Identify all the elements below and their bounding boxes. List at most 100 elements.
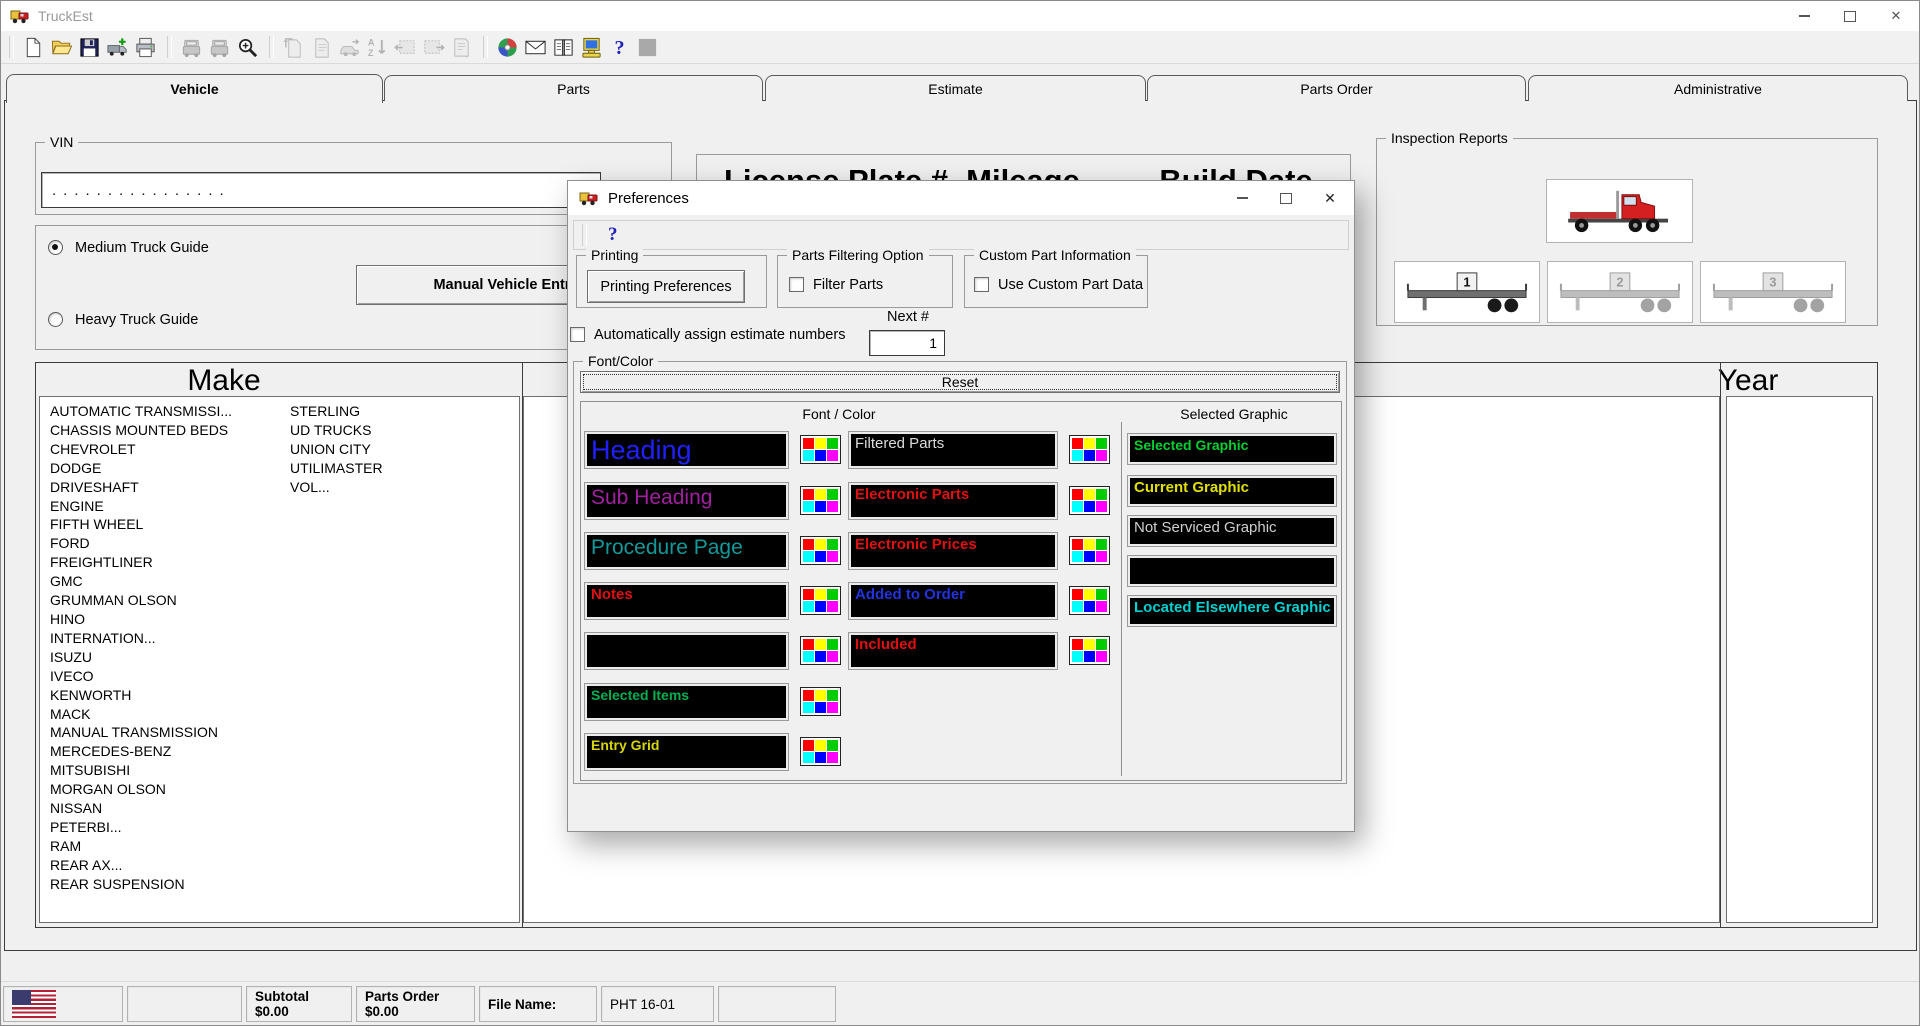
- filter-parts-checkbox[interactable]: [789, 277, 804, 292]
- font-sample-filtered-parts[interactable]: Filtered Parts: [849, 432, 1057, 468]
- make-list-item[interactable]: DRIVESHAFT: [50, 478, 232, 497]
- make-list-item[interactable]: VOL...: [290, 478, 383, 497]
- inspection-truck-button[interactable]: [1546, 179, 1693, 243]
- tab-parts[interactable]: Parts: [384, 75, 763, 101]
- color-picker-button[interactable]: [800, 636, 841, 665]
- graphic-sample-current-graphic[interactable]: Current Graphic: [1128, 476, 1336, 506]
- color-picker-button[interactable]: [1069, 536, 1110, 565]
- year-listbox[interactable]: [1726, 396, 1873, 923]
- use-custom-part-data-checkbox[interactable]: [974, 277, 989, 292]
- make-list-item[interactable]: INTERNATION...: [50, 629, 232, 648]
- make-list-item[interactable]: MACK: [50, 705, 232, 724]
- color-picker-button[interactable]: [800, 536, 841, 565]
- color-picker-button[interactable]: [800, 586, 841, 615]
- make-list-item[interactable]: KENWORTH: [50, 686, 232, 705]
- graphic-sample-located-elsewhere-graphic[interactable]: Located Elsewhere Graphic: [1128, 596, 1336, 626]
- font-sample-procedure-page[interactable]: Procedure Page: [585, 533, 788, 569]
- make-listbox[interactable]: AUTOMATIC TRANSMISSI...CHASSIS MOUNTED B…: [39, 396, 520, 923]
- zoom-in-icon[interactable]: [233, 34, 261, 60]
- print-icon[interactable]: [131, 34, 159, 60]
- make-list-item[interactable]: MANUAL TRANSMISSION: [50, 723, 232, 742]
- color-picker-button[interactable]: [800, 435, 841, 464]
- make-list-item[interactable]: GRUMMAN OLSON: [50, 591, 232, 610]
- computer-icon[interactable]: [577, 34, 605, 60]
- envelope-icon[interactable]: [521, 34, 549, 60]
- make-list-item[interactable]: REAR SUSPENSION: [50, 875, 232, 894]
- make-list-item[interactable]: NISSAN: [50, 799, 232, 818]
- tab-administrative[interactable]: Administrative: [1528, 75, 1908, 101]
- color-picker-button[interactable]: [800, 737, 841, 766]
- heavy-truck-guide-radio[interactable]: [48, 312, 63, 327]
- auto-assign-checkbox[interactable]: [570, 327, 585, 342]
- graphic-sample-blank[interactable]: [1128, 556, 1336, 586]
- ledger-icon[interactable]: [549, 34, 577, 60]
- font-sample-electronic-parts[interactable]: Electronic Parts: [849, 483, 1057, 519]
- medium-truck-guide-radio[interactable]: [48, 240, 63, 255]
- maximize-icon[interactable]: [1827, 1, 1873, 31]
- new-document-icon[interactable]: [19, 34, 47, 60]
- color-picker-button[interactable]: [1069, 486, 1110, 515]
- font-sample-added-to-order[interactable]: Added to Order: [849, 583, 1057, 619]
- gray-square-icon[interactable]: [633, 34, 661, 60]
- font-sample-electronic-prices[interactable]: Electronic Prices: [849, 533, 1057, 569]
- font-sample-selected-items[interactable]: Selected Items: [585, 684, 788, 720]
- make-list-item[interactable]: AUTOMATIC TRANSMISSI...: [50, 402, 232, 421]
- make-list-item[interactable]: CHASSIS MOUNTED BEDS: [50, 421, 232, 440]
- tab-vehicle[interactable]: Vehicle: [6, 74, 383, 103]
- make-list-item[interactable]: REAR AX...: [50, 856, 232, 875]
- help-icon[interactable]: ?: [605, 34, 633, 60]
- open-folder-icon[interactable]: [47, 34, 75, 60]
- us-flag-icon: [12, 990, 56, 1018]
- make-list-item[interactable]: IVECO: [50, 667, 232, 686]
- font-sample-notes[interactable]: Notes: [585, 583, 788, 619]
- minimize-icon[interactable]: [1781, 1, 1827, 31]
- color-picker-button[interactable]: [1069, 636, 1110, 665]
- font-sample-included[interactable]: Included: [849, 633, 1057, 669]
- make-list-item[interactable]: STERLING: [290, 402, 383, 421]
- make-list-item[interactable]: ISUZU: [50, 648, 232, 667]
- color-picker-button[interactable]: [800, 486, 841, 515]
- make-list-item[interactable]: CHEVROLET: [50, 440, 232, 459]
- dialog-close-icon[interactable]: ✕: [1308, 181, 1352, 215]
- make-list-item[interactable]: PETERBI...: [50, 818, 232, 837]
- make-list-item[interactable]: MERCEDES-BENZ: [50, 742, 232, 761]
- make-list-item[interactable]: UNION CITY: [290, 440, 383, 459]
- add-vehicle-icon[interactable]: [103, 34, 131, 60]
- make-list-item[interactable]: MITSUBISHI: [50, 761, 232, 780]
- font-sample-blank[interactable]: [585, 633, 788, 669]
- vin-input[interactable]: ................: [41, 172, 601, 208]
- make-list-item[interactable]: FREIGHTLINER: [50, 553, 232, 572]
- make-list-item[interactable]: UD TRUCKS: [290, 421, 383, 440]
- make-list-item[interactable]: FORD: [50, 534, 232, 553]
- make-list-item[interactable]: ENGINE: [50, 497, 232, 516]
- font-sample-sub-heading[interactable]: Sub Heading: [585, 483, 788, 519]
- reset-button[interactable]: Reset: [580, 371, 1340, 393]
- printing-preferences-button[interactable]: Printing Preferences: [587, 270, 745, 303]
- cd-icon[interactable]: [493, 34, 521, 60]
- color-picker-button[interactable]: [1069, 586, 1110, 615]
- make-list-item[interactable]: FIFTH WHEEL: [50, 515, 232, 534]
- truck-logo-icon: [579, 188, 599, 208]
- make-list-item[interactable]: MORGAN OLSON: [50, 780, 232, 799]
- graphic-sample-selected-graphic[interactable]: Selected Graphic: [1128, 434, 1336, 464]
- make-list-item[interactable]: RAM: [50, 837, 232, 856]
- close-icon[interactable]: ✕: [1873, 1, 1919, 31]
- font-sample-entry-grid[interactable]: Entry Grid: [585, 734, 788, 770]
- make-list-item[interactable]: UTILIMASTER: [290, 459, 383, 478]
- color-picker-button[interactable]: [1069, 435, 1110, 464]
- make-list-item[interactable]: HINO: [50, 610, 232, 629]
- dialog-maximize-icon[interactable]: [1264, 181, 1308, 215]
- font-sample-heading[interactable]: Heading: [585, 432, 788, 468]
- tab-estimate[interactable]: Estimate: [765, 75, 1146, 101]
- trailer-1-button[interactable]: 1: [1394, 261, 1540, 323]
- save-floppy-icon[interactable]: [75, 34, 103, 60]
- make-list-item[interactable]: DODGE: [50, 459, 232, 478]
- make-list-item[interactable]: GMC: [50, 572, 232, 591]
- dialog-minimize-icon[interactable]: [1220, 181, 1264, 215]
- color-picker-button[interactable]: [800, 687, 841, 716]
- next-number-input[interactable]: 1: [869, 330, 945, 356]
- help-icon[interactable]: ?: [608, 224, 618, 246]
- status-cell: File Name:: [479, 986, 597, 1022]
- tab-parts-order[interactable]: Parts Order: [1147, 75, 1526, 101]
- graphic-sample-not-serviced-graphic[interactable]: Not Serviced Graphic: [1128, 516, 1336, 546]
